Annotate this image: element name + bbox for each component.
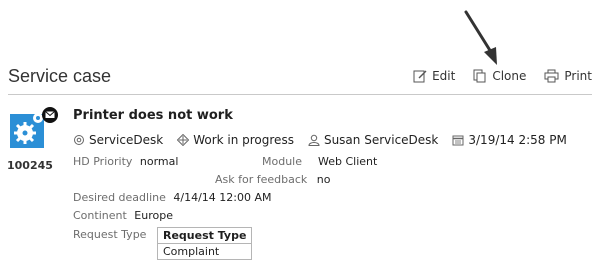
desk-meta: ServiceDesk xyxy=(73,133,163,147)
status-meta: Work in progress xyxy=(177,133,294,147)
request-type-cell: Complaint xyxy=(156,243,253,260)
clone-button[interactable]: Clone xyxy=(473,69,526,83)
continent-value: Europe xyxy=(134,209,173,222)
table-row: Complaint xyxy=(156,243,253,260)
request-type-row: Request Type xyxy=(73,228,146,241)
ask-feedback-value: no xyxy=(316,173,331,186)
deadline-value: 4/14/14 12:00 AM xyxy=(173,191,272,204)
deadline-label: Desired deadline xyxy=(73,191,166,204)
continent-row: Continent Europe xyxy=(73,209,173,222)
status-text: Work in progress xyxy=(193,133,294,147)
module-label: Module xyxy=(262,155,302,168)
edit-label: Edit xyxy=(432,69,456,83)
person-name[interactable]: Susan ServiceDesk xyxy=(324,133,438,147)
case-title[interactable]: Printer does not work xyxy=(73,108,233,123)
edit-icon xyxy=(413,70,427,83)
hd-priority-label: HD Priority xyxy=(73,155,133,168)
print-icon xyxy=(544,69,559,83)
ask-feedback-label: Ask for feedback xyxy=(215,173,308,186)
request-type-header: Request Type xyxy=(156,227,253,244)
ask-feedback-row: Ask for feedback no xyxy=(215,173,330,186)
edit-button[interactable]: Edit xyxy=(413,69,455,83)
gear-icon xyxy=(74,135,84,145)
desk-name[interactable]: ServiceDesk xyxy=(89,133,163,147)
case-meta: ServiceDesk Work in progress Susan Servi… xyxy=(73,133,567,147)
calendar-icon xyxy=(452,135,464,146)
case-id: 100245 xyxy=(7,159,53,172)
clone-icon xyxy=(473,69,486,83)
status-icon xyxy=(177,134,190,146)
print-label: Print xyxy=(564,69,592,83)
deadline-row: Desired deadline 4/14/14 12:00 AM xyxy=(73,191,272,204)
header-bar: Service case Edit Clone Print xyxy=(8,66,592,95)
module-row: Module Web Client xyxy=(262,155,377,168)
datetime-text: 3/19/14 2:58 PM xyxy=(468,133,567,147)
request-type-table: Request Type Complaint xyxy=(156,227,253,260)
clone-label: Clone xyxy=(492,69,527,83)
service-case-icon xyxy=(10,107,58,148)
date-meta: 3/19/14 2:58 PM xyxy=(452,133,567,147)
user-icon xyxy=(308,134,320,146)
module-value: Web Client xyxy=(318,155,378,168)
hd-priority-value: normal xyxy=(139,155,179,168)
table-header-row: Request Type xyxy=(156,227,253,244)
page-title: Service case xyxy=(8,66,112,86)
hd-priority-row: HD Priority normal xyxy=(73,155,178,168)
request-type-label: Request Type xyxy=(73,228,147,241)
continent-label: Continent xyxy=(73,209,127,222)
print-button[interactable]: Print xyxy=(544,69,592,83)
person-meta: Susan ServiceDesk xyxy=(308,133,438,147)
toolbar: Edit Clone Print xyxy=(413,69,592,83)
